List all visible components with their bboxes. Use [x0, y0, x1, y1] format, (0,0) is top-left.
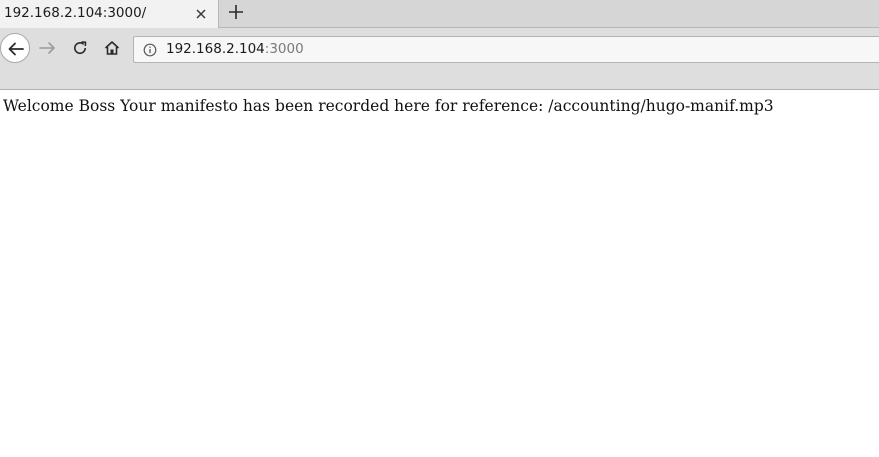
arrow-right-icon — [39, 42, 55, 54]
home-button[interactable] — [104, 40, 120, 56]
reload-icon — [74, 41, 87, 55]
arrow-left-icon — [8, 42, 24, 56]
new-tab-button[interactable] — [228, 4, 244, 20]
navigation-toolbar: 192.168.2.104:3000 — [0, 28, 879, 90]
page-message: Welcome Boss Your manifesto has been rec… — [3, 97, 774, 115]
tab-title: 192.168.2.104:3000/ — [4, 5, 147, 21]
info-icon[interactable] — [143, 42, 157, 57]
tab-strip: 192.168.2.104:3000/ — [0, 0, 879, 28]
reload-button[interactable] — [72, 40, 88, 56]
close-icon[interactable] — [194, 6, 208, 20]
url-port: :3000 — [264, 41, 304, 57]
url-text[interactable]: 192.168.2.104:3000 — [166, 41, 304, 57]
home-icon — [104, 41, 120, 55]
back-button[interactable] — [0, 33, 30, 63]
address-bar[interactable]: 192.168.2.104:3000 — [133, 36, 879, 63]
url-host: 192.168.2.104 — [166, 41, 265, 57]
tab-active[interactable]: 192.168.2.104:3000/ — [0, 0, 219, 28]
plus-icon — [229, 5, 243, 19]
forward-button[interactable] — [39, 40, 55, 56]
